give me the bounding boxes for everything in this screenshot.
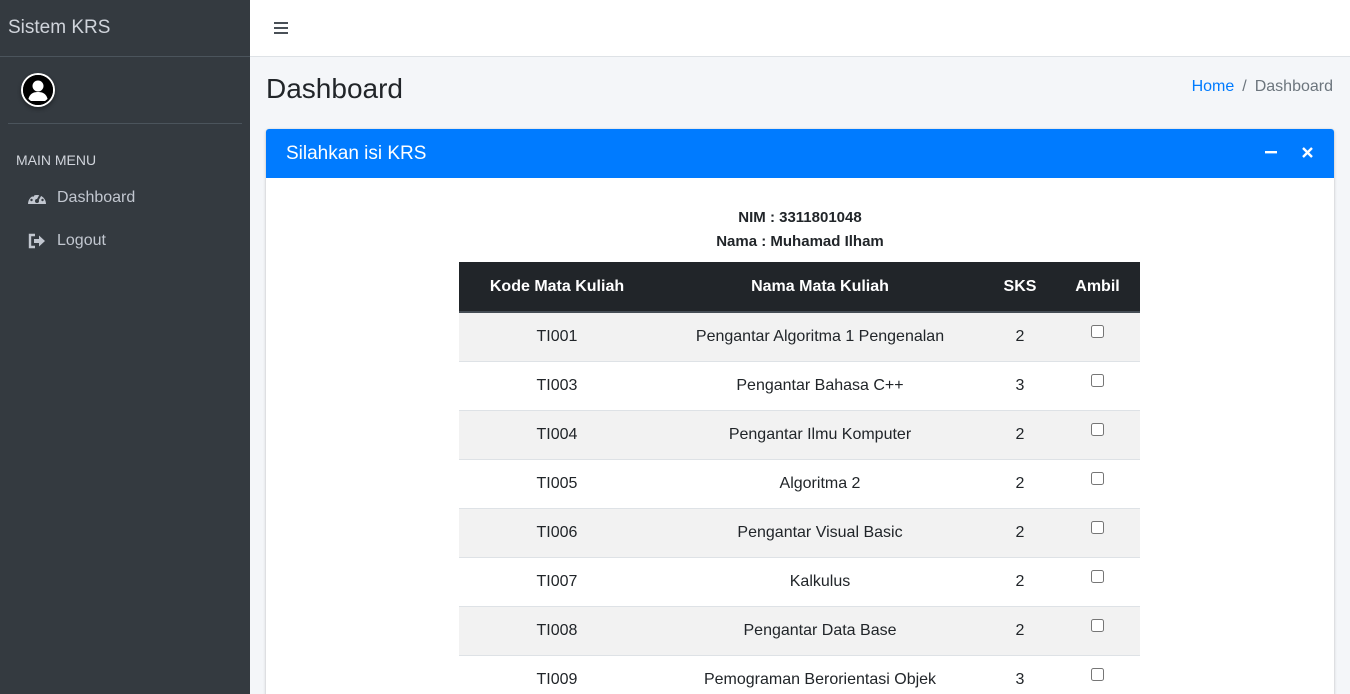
cell-kode: TI005 <box>459 458 655 508</box>
ambil-checkbox[interactable] <box>1091 422 1104 436</box>
student-nim: NIM : 3311801048 <box>738 209 862 226</box>
sidebar-item-label: Dashboard <box>57 188 136 206</box>
cell-nama: Algoritma 2 <box>655 458 985 508</box>
cell-kode: TI004 <box>459 409 655 459</box>
cell-ambil <box>1055 458 1140 508</box>
sidebar-item-logout[interactable]: Logout <box>0 219 250 262</box>
brand-link[interactable]: Sistem KRS <box>0 0 250 57</box>
ambil-checkbox[interactable] <box>1091 618 1104 632</box>
krs-card: Silahkan isi KRS NIM : 3311801048 Nama :… <box>266 129 1334 694</box>
student-name: Nama : Muhamad Ilham <box>716 233 884 250</box>
sign-out-icon <box>26 231 48 251</box>
cell-sks: 3 <box>985 360 1055 410</box>
cell-nama: Kalkulus <box>655 556 985 606</box>
cell-nama: Pemograman Berorientasi Objek <box>655 654 985 694</box>
table-header-row: Kode Mata Kuliah Nama Mata Kuliah SKS Am… <box>459 262 1140 313</box>
table-row: TI004 Pengantar Ilmu Komputer 2 <box>459 409 1140 459</box>
cell-ambil <box>1055 311 1140 361</box>
cell-nama: Pengantar Data Base <box>655 605 985 655</box>
tachometer-icon <box>26 188 48 208</box>
cell-sks: 2 <box>985 605 1055 655</box>
sidebar-item-dashboard[interactable]: Dashboard <box>0 176 250 219</box>
column-header-kode: Kode Mata Kuliah <box>459 262 655 313</box>
close-icon[interactable] <box>1300 145 1314 162</box>
breadcrumb: Home / Dashboard <box>1192 78 1333 96</box>
breadcrumb-home-link[interactable]: Home <box>1192 78 1235 96</box>
cell-sks: 2 <box>985 311 1055 361</box>
cell-nama: Pengantar Visual Basic <box>655 507 985 557</box>
cell-nama: Pengantar Bahasa C++ <box>655 360 985 410</box>
cell-sks: 2 <box>985 409 1055 459</box>
user-silhouette-icon <box>23 75 53 105</box>
ambil-checkbox[interactable] <box>1091 520 1104 534</box>
student-info: NIM : 3311801048 Nama : Muhamad Ilham <box>266 206 1334 254</box>
ambil-checkbox[interactable] <box>1091 569 1104 583</box>
cell-kode: TI006 <box>459 507 655 557</box>
cell-nama: Pengantar Ilmu Komputer <box>655 409 985 459</box>
breadcrumb-separator: / <box>1242 78 1247 95</box>
ambil-checkbox[interactable] <box>1091 471 1104 485</box>
cell-sks: 2 <box>985 556 1055 606</box>
cell-kode: TI008 <box>459 605 655 655</box>
cell-ambil <box>1055 360 1140 410</box>
ambil-checkbox[interactable] <box>1091 325 1104 338</box>
cell-ambil <box>1055 605 1140 655</box>
cell-ambil <box>1055 409 1140 459</box>
card-title: Silahkan isi KRS <box>286 142 427 164</box>
table-row: TI001 Pengantar Algoritma 1 Pengenalan 2 <box>459 311 1140 361</box>
collapse-icon[interactable] <box>1264 145 1278 162</box>
cell-ambil <box>1055 556 1140 606</box>
table-row: TI009 Pemograman Berorientasi Objek 3 <box>459 654 1140 694</box>
column-header-sks: SKS <box>985 262 1055 313</box>
table-row: TI007 Kalkulus 2 <box>459 556 1140 606</box>
cell-nama: Pengantar Algoritma 1 Pengenalan <box>655 311 985 361</box>
card-header: Silahkan isi KRS <box>266 129 1334 178</box>
cell-ambil <box>1055 507 1140 557</box>
card-tools <box>1264 145 1314 162</box>
top-navbar <box>250 0 1350 57</box>
cell-kode: TI003 <box>459 360 655 410</box>
menu-header: MAIN MENU <box>16 152 97 168</box>
cell-kode: TI001 <box>459 311 655 361</box>
column-header-nama: Nama Mata Kuliah <box>655 262 985 313</box>
sidebar: Sistem KRS MAIN MENU Dashboard Logout <box>0 0 250 694</box>
hamburger-menu-icon[interactable] <box>272 20 290 36</box>
ambil-checkbox[interactable] <box>1091 667 1104 681</box>
user-panel <box>8 57 242 124</box>
cell-sks: 2 <box>985 507 1055 557</box>
cell-kode: TI007 <box>459 556 655 606</box>
table-row: TI008 Pengantar Data Base 2 <box>459 605 1140 655</box>
ambil-checkbox[interactable] <box>1091 373 1104 387</box>
cell-sks: 2 <box>985 458 1055 508</box>
page-title: Dashboard <box>266 73 403 104</box>
column-header-ambil: Ambil <box>1055 262 1140 313</box>
krs-table: Kode Mata Kuliah Nama Mata Kuliah SKS Am… <box>459 262 1140 694</box>
cell-kode: TI009 <box>459 654 655 694</box>
table-row: TI003 Pengantar Bahasa C++ 3 <box>459 360 1140 410</box>
cell-ambil <box>1055 654 1140 694</box>
avatar[interactable] <box>21 73 55 107</box>
table-row: TI005 Algoritma 2 2 <box>459 458 1140 508</box>
table-row: TI006 Pengantar Visual Basic 2 <box>459 507 1140 557</box>
cell-sks: 3 <box>985 654 1055 694</box>
breadcrumb-current: Dashboard <box>1254 78 1333 95</box>
brand-text: Sistem KRS <box>8 17 111 38</box>
sidebar-item-label: Logout <box>57 231 106 249</box>
